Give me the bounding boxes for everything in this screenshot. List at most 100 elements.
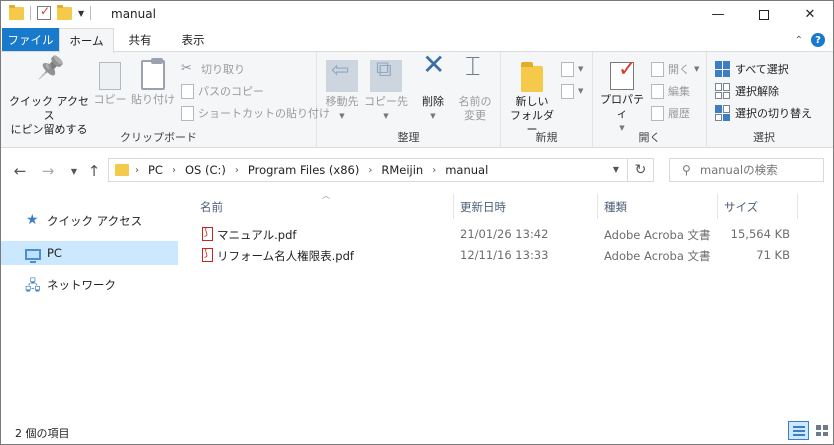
nav-item-network[interactable]: ネットワーク (1, 273, 178, 299)
rename-button[interactable]: 名前の 変更 (453, 60, 497, 123)
tab-home[interactable]: ホーム (59, 28, 114, 53)
large-icons-view-button[interactable] (811, 421, 832, 440)
clipboard-icon (141, 58, 165, 90)
properties-quick-icon[interactable] (37, 4, 51, 20)
delete-button[interactable]: 削除 ▼ (415, 58, 451, 123)
paste-button[interactable]: 貼り付け (129, 58, 177, 107)
column-header-name[interactable]: ︿ 名前 (178, 191, 454, 219)
file-name: マニュアル.pdf (217, 228, 297, 242)
search-input[interactable] (700, 163, 820, 177)
rename-icon (459, 60, 491, 92)
copy-button[interactable]: コピー (93, 60, 127, 107)
status-bar: 2 個の項目 (1, 418, 833, 444)
nav-item-pc[interactable]: PC (1, 241, 178, 265)
file-name: リフォーム名人権限表.pdf (217, 249, 354, 263)
back-button[interactable]: ← (11, 162, 29, 180)
path-icon (181, 83, 194, 99)
copy-path-button[interactable]: パスのコピー (181, 82, 264, 100)
chevron-right-icon[interactable]: › (368, 165, 372, 176)
history-button[interactable]: 履歴 (651, 104, 690, 122)
minimize-ribbon-icon[interactable]: ⌃ (795, 35, 803, 46)
copy-to-button[interactable]: コピー先 ▼ (363, 60, 409, 123)
chevron-right-icon[interactable]: › (135, 165, 139, 176)
chevron-down-icon: ▼ (694, 65, 700, 73)
tab-share[interactable]: 共有 (114, 28, 166, 52)
star-icon (25, 212, 41, 229)
up-button[interactable]: ↑ (85, 162, 103, 180)
copy-path-label: パスのコピー (198, 85, 264, 98)
details-view-button[interactable] (788, 421, 809, 440)
file-date: 21/01/26 13:42 (460, 227, 549, 241)
tab-view[interactable]: 表示 (166, 28, 220, 52)
scrollbar-area (798, 194, 833, 418)
properties-button[interactable]: プロパティ ▼ (597, 60, 647, 135)
customize-toolbar-dropdown-icon[interactable]: ▼ (78, 9, 84, 18)
ribbon-home: クイック アクセス にピン留めする コピー 貼り付け ✂ 切り取り パスのコピー… (1, 51, 833, 148)
easy-access-button[interactable]: ▼ (561, 82, 583, 100)
chevron-right-icon[interactable]: › (432, 165, 436, 176)
address-bar[interactable]: › PC › OS (C:) › Program Files (x86) › R… (108, 158, 654, 182)
new-folder-quick-icon[interactable] (57, 4, 72, 20)
group-label-organize: 整理 (397, 131, 420, 144)
ribbon-tabs: ファイル ホーム 共有 表示 ⌃ ? (1, 28, 833, 53)
select-none-icon (715, 83, 731, 99)
maximize-button[interactable] (741, 1, 787, 28)
pc-icon (25, 248, 41, 263)
breadcrumb-pc[interactable]: PC (148, 163, 163, 177)
move-to-button[interactable]: 移動先 ▼ (321, 60, 363, 123)
file-row[interactable]: リフォーム名人権限表.pdf 12/11/16 13:33 Adobe Acro… (196, 245, 796, 266)
cut-button[interactable]: ✂ 切り取り (181, 60, 245, 78)
delete-icon (417, 58, 449, 92)
refresh-button[interactable]: ↻ (627, 159, 653, 181)
easy-access-icon (561, 83, 574, 99)
recent-locations-dropdown[interactable]: ▼ (65, 167, 83, 176)
chevron-right-icon[interactable]: › (172, 165, 176, 176)
window-title: manual (111, 7, 156, 21)
open-button[interactable]: 開く ▼ (651, 60, 699, 78)
pdf-file-icon (202, 227, 213, 241)
navigation-pane: クイック アクセス PC ネットワーク (1, 194, 178, 418)
group-label-select: 選択 (753, 131, 775, 144)
help-icon[interactable]: ? (811, 33, 825, 47)
new-item-button[interactable]: ▼ (561, 60, 583, 78)
file-name-cell: リフォーム名人権限表.pdf (202, 248, 354, 264)
column-header-type[interactable]: 種類 (598, 194, 718, 219)
pdf-file-icon (202, 248, 213, 262)
nav-item-quick-access[interactable]: クイック アクセス (1, 209, 178, 233)
column-header-date[interactable]: 更新日時 (454, 194, 598, 219)
forward-button[interactable]: → (39, 162, 57, 180)
delete-label: 削除 (422, 95, 444, 108)
minimize-button[interactable]: — (695, 1, 741, 28)
breadcrumb-os-c[interactable]: OS (C:) (185, 163, 226, 177)
paste-shortcut-button[interactable]: ショートカットの貼り付け (181, 104, 330, 122)
group-open: プロパティ ▼ 開く ▼ 編集 履歴 開く (593, 52, 707, 148)
paste-shortcut-label: ショートカットの貼り付け (198, 107, 330, 120)
close-button[interactable]: ✕ (787, 1, 833, 28)
search-box[interactable]: ⚲ (669, 158, 824, 182)
chevron-down-icon: ▼ (339, 112, 345, 120)
file-row[interactable]: マニュアル.pdf 21/01/26 13:42 Adobe Acroba 文書… (196, 224, 796, 245)
group-label-new: 新規 (535, 131, 558, 144)
breadcrumb-program-files[interactable]: Program Files (x86) (248, 163, 359, 177)
address-history-dropdown[interactable]: ▼ (613, 165, 619, 174)
column-header-size[interactable]: サイズ (718, 194, 798, 219)
large-icons-view-icon (815, 425, 828, 436)
breadcrumb-rmeijin[interactable]: RMeijin (381, 163, 423, 177)
invert-selection-button[interactable]: 選択の切り替え (715, 104, 812, 122)
copy-label: コピー (93, 93, 127, 106)
edit-button[interactable]: 編集 (651, 82, 690, 100)
copy-icon (99, 62, 121, 90)
select-none-button[interactable]: 選択解除 (715, 82, 779, 100)
select-all-button[interactable]: すべて選択 (715, 60, 789, 78)
folder-icon (115, 164, 129, 176)
move-to-label: 移動先 (325, 95, 359, 108)
tab-file[interactable]: ファイル (2, 28, 59, 52)
pin-icon (33, 60, 65, 92)
breadcrumb-manual[interactable]: manual (445, 163, 488, 177)
chevron-right-icon[interactable]: › (235, 165, 239, 176)
pin-to-quick-access-button[interactable]: クイック アクセス にピン留めする (7, 60, 91, 137)
item-count: 2 個の項目 (15, 427, 70, 440)
new-folder-button[interactable]: 新しい フォルダー (507, 60, 557, 137)
toolbar-divider (90, 6, 92, 20)
file-name-cell: マニュアル.pdf (202, 227, 296, 243)
